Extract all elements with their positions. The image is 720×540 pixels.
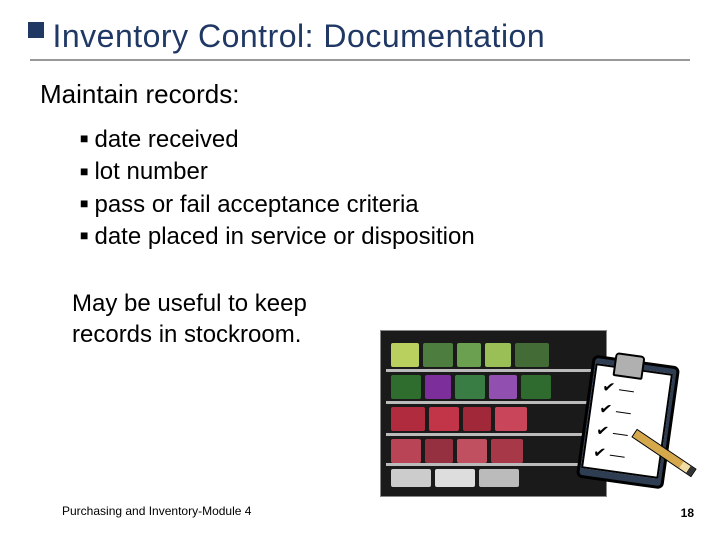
bullet-text: lot number bbox=[94, 158, 207, 185]
bullet-text: date received bbox=[94, 126, 238, 153]
footer-module-label: Purchasing and Inventory-Module 4 bbox=[62, 504, 251, 518]
title-bullet-square bbox=[28, 22, 44, 38]
list-item: ■ pass or fail acceptance criteria bbox=[80, 189, 720, 221]
clipboard-clip-icon bbox=[612, 352, 645, 380]
list-item: ■ lot number bbox=[80, 156, 720, 188]
subheading: Maintain records: bbox=[40, 79, 720, 110]
bullet-text: date placed in service or disposition bbox=[94, 223, 474, 250]
bullet-text: pass or fail acceptance criteria bbox=[94, 191, 418, 218]
bullet-list: ■ date received ■ lot number ■ pass or fail… bbox=[80, 124, 720, 254]
page-number: 18 bbox=[681, 506, 694, 520]
slide-title-block: Inventory Control: Documentation bbox=[0, 0, 720, 55]
bullet-icon: ■ bbox=[80, 195, 88, 211]
clipboard-checklist-image: ✔ — ✔ — ✔ — ✔ — bbox=[570, 350, 680, 500]
bullet-icon: ■ bbox=[80, 227, 88, 243]
slide-title: Inventory Control: Documentation bbox=[52, 18, 545, 54]
bullet-icon: ■ bbox=[80, 130, 88, 146]
illustration-area: ✔ — ✔ — ✔ — ✔ — bbox=[380, 330, 680, 500]
note-text: May be useful to keep records in stockro… bbox=[72, 288, 392, 350]
title-underline bbox=[30, 59, 690, 61]
list-item: ■ date placed in service or disposition bbox=[80, 221, 720, 253]
bullet-icon: ■ bbox=[80, 163, 88, 179]
list-item: ■ date received bbox=[80, 124, 720, 156]
